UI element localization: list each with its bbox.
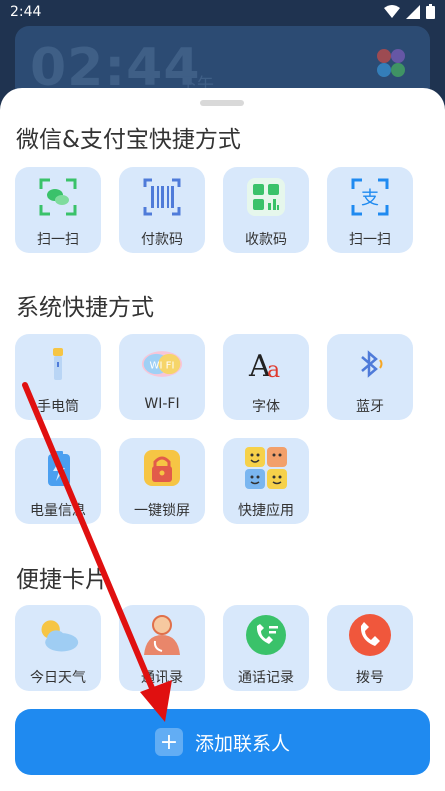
alipay-scan-icon: 支 (348, 175, 392, 219)
smiley-grid-icon (244, 446, 288, 490)
tile-dial[interactable]: 拨号 (327, 605, 413, 691)
wifi-signal-icon (384, 4, 400, 18)
tile-label: 拨号 (356, 670, 384, 686)
phone-icon (348, 613, 392, 657)
wifi-icon: WI FI (140, 342, 184, 386)
tile-label: 蓝牙 (356, 399, 384, 415)
tile-shortcut-apps[interactable]: 快捷应用 (223, 438, 309, 524)
tile-label: 今日天气 (30, 670, 86, 686)
add-contact-label: 添加联系人 (194, 732, 290, 755)
wechat-scan-icon (36, 175, 80, 219)
tile-battery[interactable]: 电量信息 (15, 438, 101, 524)
section-title-wechat-alipay: 微信&支付宝快捷方式 (16, 127, 241, 153)
tile-label: 通讯录 (141, 670, 183, 686)
font-glyph-small: a (267, 358, 280, 383)
tile-weather[interactable]: 今日天气 (15, 605, 101, 691)
tile-call-log[interactable]: 通话记录 (223, 605, 309, 691)
sheet-drag-handle[interactable] (200, 100, 244, 106)
tile-label: 字体 (252, 399, 280, 415)
plus-icon: + (154, 728, 183, 756)
contacts-icon (140, 613, 184, 657)
tile-bluetooth[interactable]: 蓝牙 (327, 334, 413, 420)
tile-label: 收款码 (245, 232, 287, 248)
alipay-glyph: 支 (361, 188, 379, 209)
tile-lock[interactable]: 一键锁屏 (119, 438, 205, 524)
barcode-icon (140, 175, 184, 219)
add-contact-button[interactable]: + 添加联系人 (15, 709, 430, 775)
tile-label: 手电筒 (37, 399, 79, 415)
status-time: 2:44 (10, 4, 42, 20)
cell-signal-icon (406, 4, 420, 19)
status-bar: 2:44 (0, 0, 445, 26)
tile-label: 通话记录 (238, 670, 294, 686)
tile-label: 快捷应用 (238, 503, 294, 519)
tile-label: 一键锁屏 (134, 503, 190, 519)
bluetooth-icon (348, 342, 392, 386)
tile-scan-alipay[interactable]: 支 扫一扫 (327, 167, 413, 253)
battery-info-icon (36, 446, 80, 490)
tile-flashlight[interactable]: 手电筒 (15, 334, 101, 420)
qr-receive-icon (244, 175, 288, 219)
status-icons (384, 4, 435, 19)
tile-scan-wechat[interactable]: 扫一扫 (15, 167, 101, 253)
tile-label: 电量信息 (30, 503, 86, 519)
tile-label: 扫一扫 (37, 232, 79, 248)
section-title-cards: 便捷卡片 (16, 567, 108, 593)
tile-wifi[interactable]: WI FI WI-FI (119, 334, 205, 420)
tile-receive-code[interactable]: 收款码 (223, 167, 309, 253)
call-log-icon (244, 613, 288, 657)
wifi-glyph: WI FI (150, 361, 175, 372)
tile-label: WI-FI (144, 396, 180, 412)
font-icon: A a (244, 342, 288, 386)
tile-label: 扫一扫 (349, 232, 391, 248)
tile-font[interactable]: A a 字体 (223, 334, 309, 420)
battery-icon (426, 4, 435, 19)
tile-contacts[interactable]: 通讯录 (119, 605, 205, 691)
section-title-system: 系统快捷方式 (16, 295, 154, 321)
app-logo-icon (377, 49, 405, 77)
lock-icon (140, 446, 184, 490)
tile-label: 付款码 (141, 232, 183, 248)
tile-pay-code[interactable]: 付款码 (119, 167, 205, 253)
weather-icon (36, 613, 80, 657)
flashlight-icon (36, 342, 80, 386)
